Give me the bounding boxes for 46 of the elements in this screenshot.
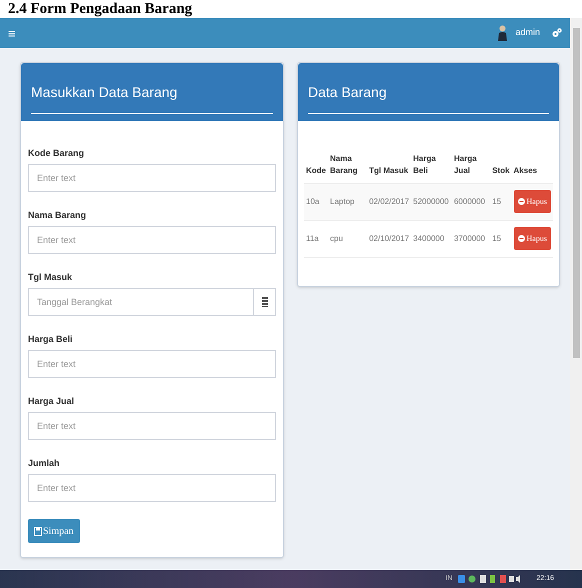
delete-button[interactable]: Hapus: [514, 227, 551, 250]
document-heading: 2.4 Form Pengadaan Barang: [8, 0, 192, 18]
text-field[interactable]: Enter text: [28, 226, 276, 254]
field-label: Jumlah: [28, 457, 61, 469]
save-icon: [34, 526, 42, 536]
column-header: Tgl Masuk: [367, 135, 412, 183]
column-header: Nama Barang: [328, 135, 368, 183]
text-field[interactable]: Enter text: [28, 164, 276, 192]
user-name[interactable]: admin: [515, 26, 540, 40]
table-cell: cpu: [328, 220, 368, 257]
table-cell: 15: [490, 220, 512, 257]
table-cell: 6000000: [452, 183, 490, 220]
text-field[interactable]: Enter text: [28, 474, 276, 502]
menu-button[interactable]: ≡: [8, 26, 16, 40]
calendar-icon[interactable]: [254, 288, 276, 316]
tray-icons-drawing[interactable]: [458, 574, 520, 584]
column-header: Harga Jual: [452, 135, 490, 183]
table-cell: 02/02/2017: [367, 183, 412, 220]
table-cell: 02/10/2017: [367, 220, 412, 257]
delete-button[interactable]: Hapus: [514, 190, 551, 213]
table-cell: 11a: [304, 220, 328, 257]
column-header: Kode: [304, 135, 328, 183]
table-cell: 3400000: [411, 220, 452, 257]
field-label: Nama Barang: [28, 209, 88, 221]
column-header: Akses: [512, 135, 553, 183]
field-label: Harga Jual: [28, 395, 76, 407]
column-header: Stok: [490, 135, 512, 183]
table-cell: 52000000: [411, 183, 452, 220]
remove-icon: [518, 198, 525, 205]
panel-title: Masukkan Data Barang: [31, 84, 178, 100]
table-cell: 15: [490, 183, 512, 220]
text-field[interactable]: Enter text: [28, 350, 276, 378]
table-cell: 3700000: [452, 220, 490, 257]
panel-title: Data Barang: [308, 84, 387, 100]
field-label: Harga Beli: [28, 333, 74, 345]
remove-icon: [518, 235, 525, 242]
field-label: Kode Barang: [28, 147, 86, 159]
user-avatar-icon: [498, 25, 508, 41]
text-field[interactable]: Enter text: [28, 412, 276, 440]
column-header: Harga Beli: [411, 135, 452, 183]
table-cell: 10a: [304, 183, 328, 220]
save-button[interactable]: Simpan: [28, 519, 80, 543]
date-field[interactable]: Tanggal Berangkat: [28, 288, 254, 316]
table-cell: Laptop: [328, 183, 368, 220]
field-label: Tgl Masuk: [28, 271, 74, 283]
gears-icon[interactable]: [552, 28, 562, 38]
